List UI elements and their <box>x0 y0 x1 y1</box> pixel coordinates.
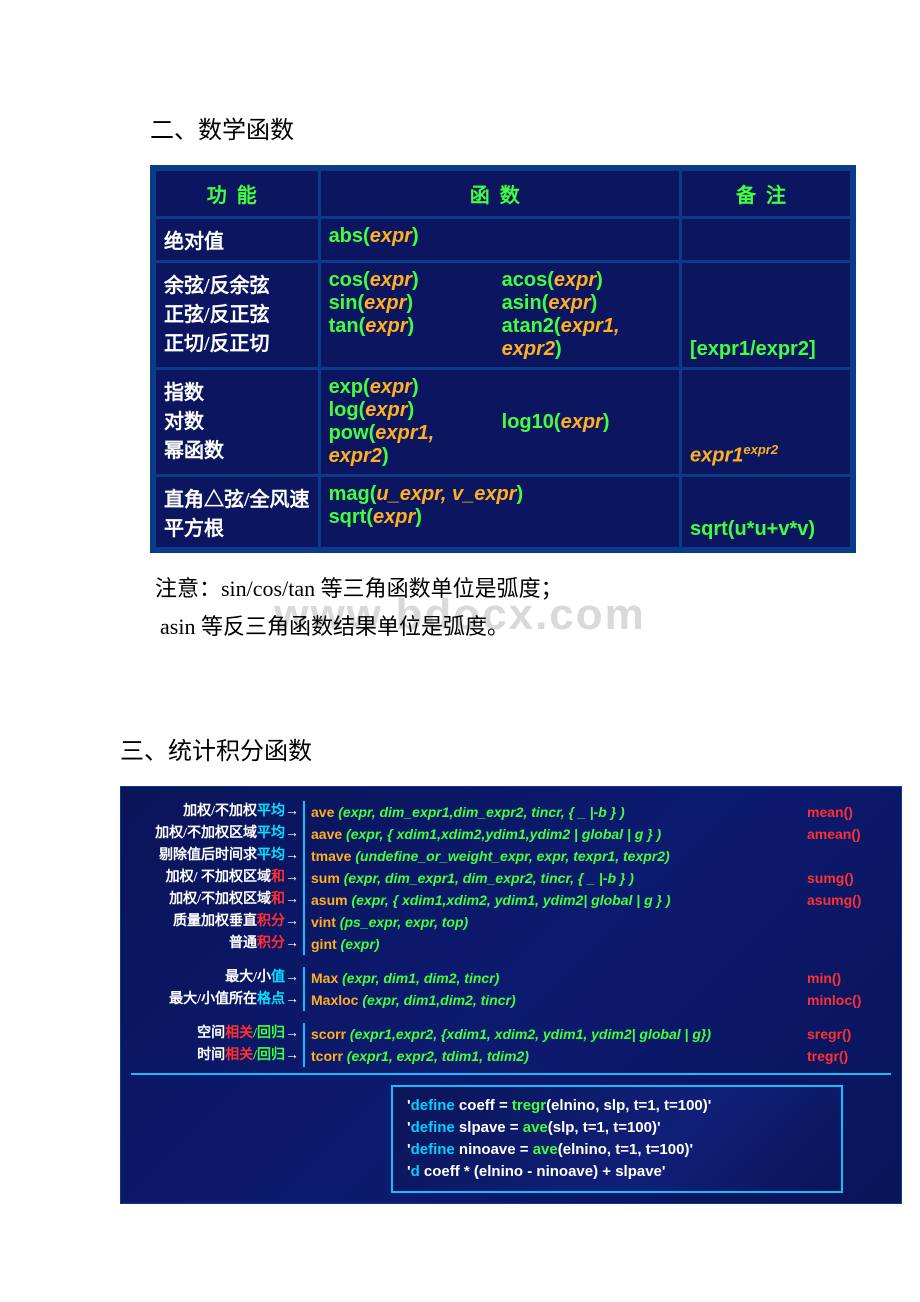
stats-row: 最大/小值→ Max (expr, dim1, dim2, tincr)min() <box>131 967 891 989</box>
cell-exp-log-pow: exp(expr) log(expr) pow(expr1, expr2) <box>319 369 494 476</box>
stats-row: 加权/不加权区域和→ asum (expr, { xdim1,xdim2, ydi… <box>131 889 891 911</box>
stats-row-alias: sregr() <box>803 1023 891 1045</box>
stats-row-label: 最大/小值所在格点→ <box>131 989 305 1011</box>
stats-row-func: ave (expr, dim_expr1,dim_expr2, tincr, {… <box>311 801 803 823</box>
stats-row: 时间相关/回归→ tcorr (expr1, expr2, tdim1, tdim… <box>131 1045 891 1067</box>
stats-row-alias: minloc() <box>803 989 891 1011</box>
table-row: 直角△弦/全风速 平方根 mag(u_expr, v_expr) sqrt(ex… <box>155 476 852 549</box>
stats-row-func: gint (expr) <box>311 933 803 955</box>
cell-cos-sin-tan: cos(expr) sin(expr) tan(expr) <box>319 262 494 369</box>
stats-row-alias: amean() <box>803 823 891 845</box>
stats-row: 质量加权垂直积分→ vint (ps_expr, expr, top) <box>131 911 891 933</box>
note-line-1: 注意：sin/cos/tan 等三角函数单位是弧度； <box>155 571 830 603</box>
stats-row-label: 最大/小值→ <box>131 967 305 989</box>
stats-row: 空间相关/回归→ scorr (expr1,expr2, {xdim1, xdim… <box>131 1023 891 1045</box>
row-label-magsqrt: 直角△弦/全风速 平方根 <box>155 476 320 549</box>
note-line-2: asin 等反三角函数结果单位是弧度。 <box>160 609 830 641</box>
example-code-line: 'd coeff * (elnino - ninoave) + slpave' <box>407 1161 827 1183</box>
section2-heading: 二、数学函数 <box>150 110 830 145</box>
table1-header-func-label: 功能 <box>155 170 320 218</box>
cell-pow-note: expr1expr2 <box>681 369 852 476</box>
row-label-explog: 指数 对数 幂函数 <box>155 369 320 476</box>
row-label-trig: 余弦/反余弦 正弦/反正弦 正切/反正切 <box>155 262 320 369</box>
stats-row-label: 普通积分→ <box>131 933 305 955</box>
stats-row-func: aave (expr, { xdim1,xdim2,ydim1,ydim2 | … <box>311 823 803 845</box>
cell-log10: log10(expr) <box>494 369 681 476</box>
stats-row: 加权/不加权区域平均→ aave (expr, { xdim1,xdim2,ydi… <box>131 823 891 845</box>
stats-row-func: sum (expr, dim_expr1, dim_expr2, tincr, … <box>311 867 803 889</box>
stats-row-func: tmave (undefine_or_weight_expr, expr, te… <box>311 845 803 867</box>
math-functions-table: 功能 函数 备注 绝对值 abs(expr) 余弦/反余弦 正弦/反正弦 正切/… <box>150 165 856 553</box>
cell-abs: abs(expr) <box>319 218 680 262</box>
stats-row-func: asum (expr, { xdim1,xdim2, ydim1, ydim2|… <box>311 889 803 911</box>
stats-row-label: 空间相关/回归→ <box>131 1023 305 1045</box>
stats-row-alias: asumg() <box>803 889 891 911</box>
stats-group-3: 空间相关/回归→ scorr (expr1,expr2, {xdim1, xdim… <box>131 1023 891 1067</box>
stats-row-func: scorr (expr1,expr2, {xdim1, xdim2, ydim1… <box>311 1023 803 1045</box>
stats-row-label: 加权/不加权平均→ <box>131 801 305 823</box>
row-label-abs: 绝对值 <box>155 218 320 262</box>
example-code-box: 'define coeff = tregr(elnino, slp, t=1, … <box>391 1085 843 1193</box>
stats-row: 普通积分→ gint (expr) <box>131 933 891 955</box>
stats-row-label: 剔除值后时间求平均→ <box>131 845 305 867</box>
cell-trig-note: [expr1/expr2] <box>681 262 852 369</box>
stats-row-alias: tregr() <box>803 1045 891 1067</box>
cell-mag-note: sqrt(u*u+v*v) <box>681 476 852 549</box>
stats-row-func: Maxloc (expr, dim1,dim2, tincr) <box>311 989 803 1011</box>
example-code-line: 'define slpave = ave(slp, t=1, t=100)' <box>407 1117 827 1139</box>
table-row: 绝对值 abs(expr) <box>155 218 852 262</box>
table1-header-func: 函数 <box>319 170 680 218</box>
stats-row: 加权/不加权平均→ ave (expr, dim_expr1,dim_expr2,… <box>131 801 891 823</box>
stats-row-func: tcorr (expr1, expr2, tdim1, tdim2) <box>311 1045 803 1067</box>
table-row: 指数 对数 幂函数 exp(expr) log(expr) pow(expr1,… <box>155 369 852 476</box>
example-code-line: 'define coeff = tregr(elnino, slp, t=1, … <box>407 1095 827 1117</box>
stats-group-1: 加权/不加权平均→ ave (expr, dim_expr1,dim_expr2,… <box>131 801 891 955</box>
stats-row-func: vint (ps_expr, expr, top) <box>311 911 803 933</box>
table-row: 余弦/反余弦 正弦/反正弦 正切/反正切 cos(expr) sin(expr)… <box>155 262 852 369</box>
stats-row: 剔除值后时间求平均→ tmave (undefine_or_weight_expr… <box>131 845 891 867</box>
stats-row-label: 加权/不加权区域平均→ <box>131 823 305 845</box>
stats-row: 加权/ 不加权区域和→ sum (expr, dim_expr1, dim_exp… <box>131 867 891 889</box>
stats-row-label: 加权/ 不加权区域和→ <box>131 867 305 889</box>
stats-functions-panel: 加权/不加权平均→ ave (expr, dim_expr1,dim_expr2,… <box>120 786 902 1204</box>
stats-row-alias: mean() <box>803 801 891 823</box>
stats-row: 最大/小值所在格点→ Maxloc (expr, dim1,dim2, tincr… <box>131 989 891 1011</box>
stats-row-alias: min() <box>803 967 891 989</box>
stats-row-alias: sumg() <box>803 867 891 889</box>
stats-row-label: 加权/不加权区域和→ <box>131 889 305 911</box>
cell-mag-sqrt: mag(u_expr, v_expr) sqrt(expr) <box>319 476 680 549</box>
stats-row-func: Max (expr, dim1, dim2, tincr) <box>311 967 803 989</box>
cell-abs-note <box>681 218 852 262</box>
stats-row-label: 质量加权垂直积分→ <box>131 911 305 933</box>
stats-row-label: 时间相关/回归→ <box>131 1045 305 1067</box>
example-code-line: 'define ninoave = ave(elnino, t=1, t=100… <box>407 1139 827 1161</box>
stats-divider <box>131 1073 891 1075</box>
section3-heading: 三、统计积分函数 <box>120 731 830 766</box>
cell-acos-asin-atan2: acos(expr) asin(expr) atan2(expr1, expr2… <box>494 262 681 369</box>
table1-header-note: 备注 <box>681 170 852 218</box>
stats-group-2: 最大/小值→ Max (expr, dim1, dim2, tincr)min()… <box>131 967 891 1011</box>
